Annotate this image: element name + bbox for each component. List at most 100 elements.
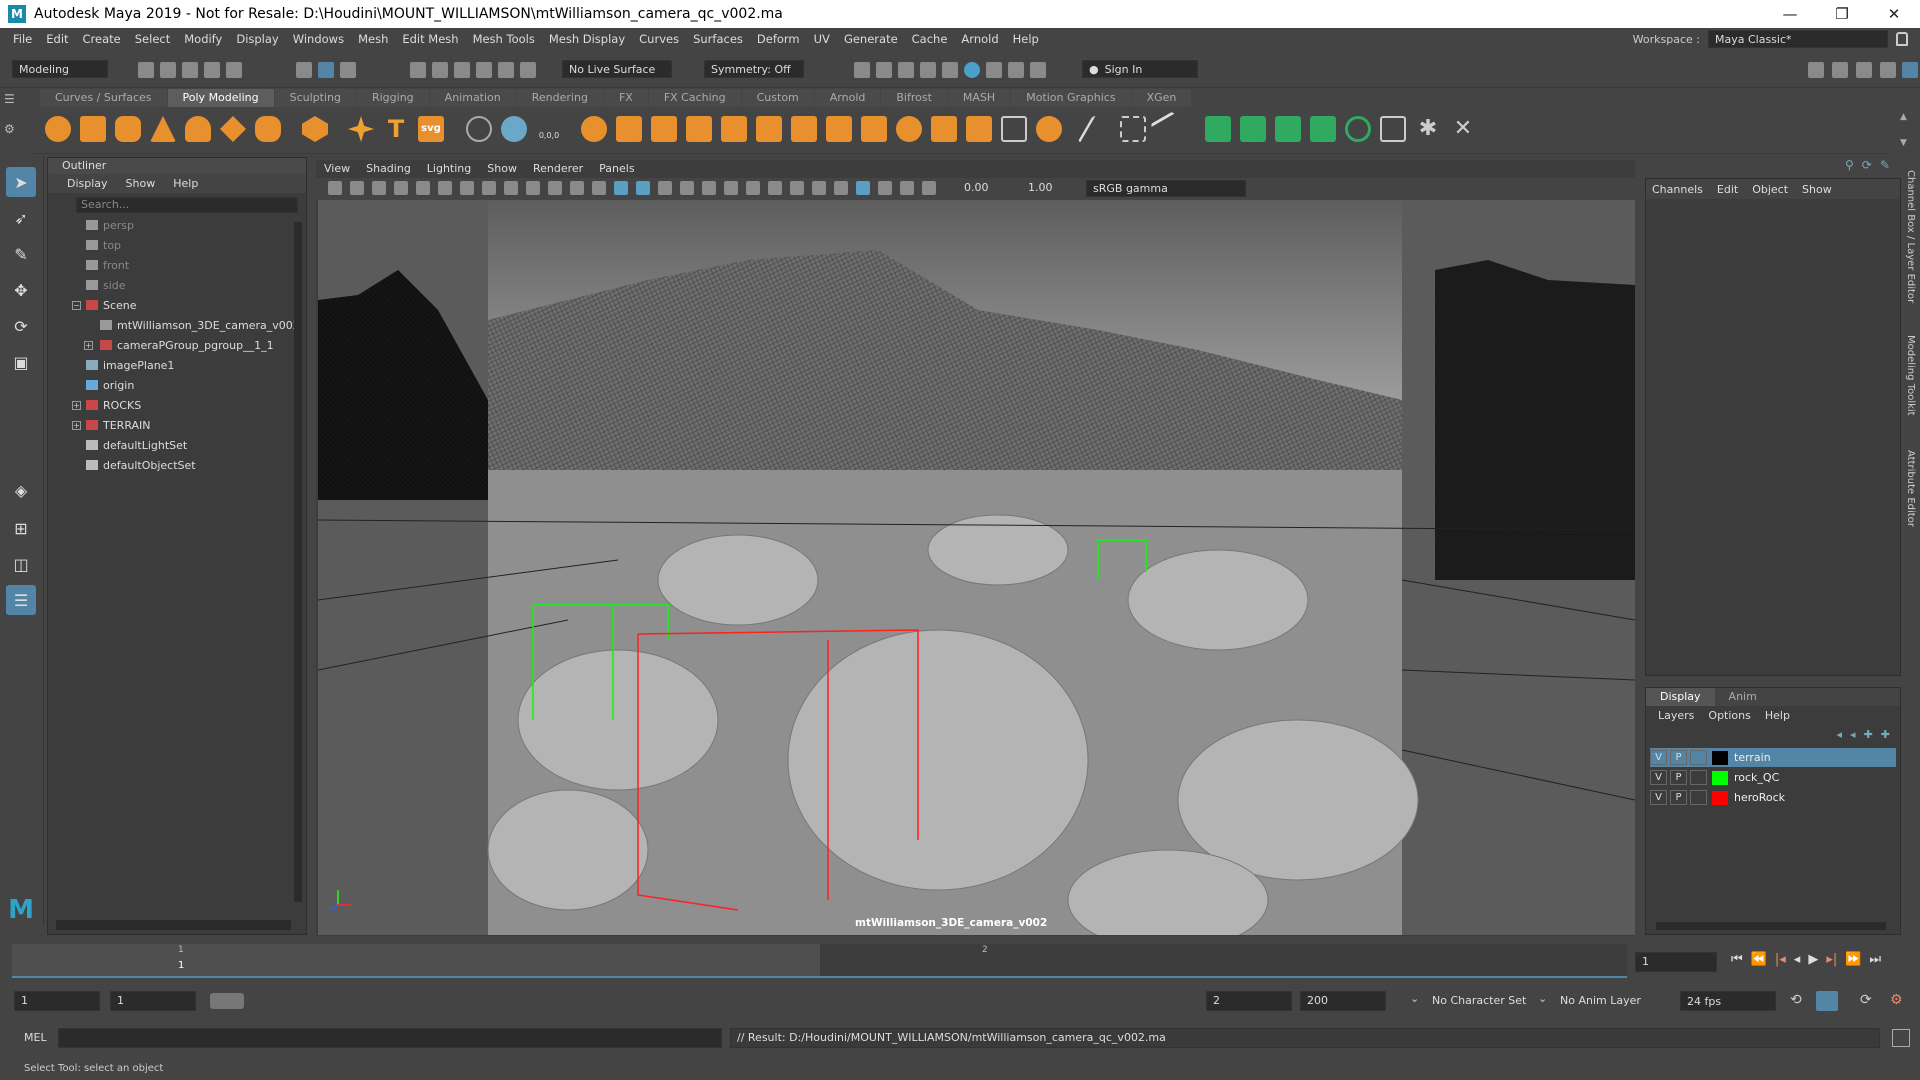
playback-end-field[interactable]: 2 — [1206, 991, 1292, 1011]
render-view-icon[interactable] — [920, 62, 936, 78]
animation-prefs-icon[interactable]: ⟳ — [1860, 992, 1872, 1008]
layer-editor-icon[interactable] — [1902, 62, 1918, 78]
viewport-menu-view[interactable]: View — [316, 162, 358, 175]
shelf-tab-fx-caching[interactable]: FX Caching — [648, 89, 741, 107]
boolean-difference-icon[interactable] — [756, 116, 782, 142]
snap-surface-icon[interactable] — [498, 62, 514, 78]
command-input[interactable] — [58, 1028, 722, 1048]
image-plane-toggle-icon[interactable] — [394, 181, 408, 195]
shelf-menu-icon[interactable]: ☰ — [4, 92, 15, 106]
playback-speed-icon[interactable]: ⚙ — [1890, 992, 1903, 1008]
layer-playback-toggle[interactable]: P — [1670, 770, 1687, 785]
outliner-horizontal-scrollbar[interactable] — [56, 920, 291, 930]
offset-edge-loop-icon[interactable] — [1150, 111, 1186, 147]
side-tab-channel-box[interactable]: Channel Box / Layer Editor — [1905, 170, 1916, 303]
perspective-viewport[interactable] — [318, 200, 1635, 935]
open-scene-icon[interactable] — [160, 62, 176, 78]
play-back-icon[interactable]: ◂ — [1794, 952, 1801, 967]
safe-action-icon[interactable] — [570, 181, 584, 195]
smooth-icon[interactable] — [581, 116, 607, 142]
shelf-tab-arnold[interactable]: Arnold — [814, 89, 881, 107]
layers-menu-layers[interactable]: Layers — [1658, 709, 1694, 722]
layer-type-toggle[interactable] — [1690, 770, 1707, 785]
modeling-toolkit-icon[interactable] — [1808, 62, 1824, 78]
channel-box-edit-icon[interactable]: ✎ — [1880, 158, 1890, 172]
arnold-render-icon[interactable] — [964, 62, 980, 78]
move-layer-down-icon[interactable]: ◂ — [1850, 728, 1856, 741]
step-back-frame-icon[interactable]: |◂ — [1775, 952, 1786, 967]
layer-playback-toggle[interactable]: P — [1670, 790, 1687, 805]
layer-row[interactable]: V Pterrain — [1650, 748, 1896, 767]
insert-edge-loop-icon[interactable] — [1120, 116, 1146, 142]
menu-display[interactable]: Display — [229, 32, 285, 46]
viewport-menu-lighting[interactable]: Lighting — [419, 162, 479, 175]
menu-arnold[interactable]: Arnold — [954, 32, 1005, 46]
boolean-union-icon[interactable] — [721, 116, 747, 142]
bridge-icon[interactable] — [651, 116, 677, 142]
channels-menu-object[interactable]: Object — [1752, 183, 1788, 196]
stop-ipr-icon[interactable] — [1030, 62, 1046, 78]
outliner-item[interactable]: mtWilliamson_3DE_camera_v002 — [48, 315, 300, 335]
menu-generate[interactable]: Generate — [837, 32, 905, 46]
grease-pencil-icon[interactable] — [438, 181, 452, 195]
mirror-icon[interactable] — [896, 116, 922, 142]
new-scene-icon[interactable] — [138, 62, 154, 78]
resolution-gate-icon[interactable] — [504, 181, 518, 195]
field-chart-icon[interactable] — [548, 181, 562, 195]
super-shape-icon[interactable] — [348, 116, 374, 142]
screen-space-ao-icon[interactable] — [746, 181, 760, 195]
go-to-end-icon[interactable]: ⏭ — [1869, 952, 1881, 967]
sign-in-button[interactable]: ● Sign In — [1082, 60, 1198, 78]
outliner-menu-display[interactable]: Display — [58, 177, 117, 190]
loop-icon[interactable]: ⟲ — [1790, 992, 1802, 1008]
layer-visibility-toggle[interactable]: V — [1650, 770, 1667, 785]
outliner-item[interactable]: side — [48, 275, 126, 295]
menu-cache[interactable]: Cache — [905, 32, 955, 46]
move-layer-up-icon[interactable]: ◂ — [1837, 728, 1843, 741]
poly-cube-icon[interactable] — [80, 116, 106, 142]
move-tool-icon[interactable]: ✥ — [6, 275, 36, 305]
layer-color-swatch[interactable] — [1712, 750, 1728, 765]
shelf-tab-curves-surfaces[interactable]: Curves / Surfaces — [40, 89, 167, 107]
extrude-icon[interactable] — [616, 116, 642, 142]
select-tool-icon[interactable]: ➤ — [6, 167, 36, 197]
outliner-vertical-scrollbar[interactable] — [294, 222, 302, 902]
new-layer-icon[interactable]: ✚ — [1864, 728, 1873, 741]
expand-icon[interactable]: + — [84, 340, 93, 350]
uv-editor-icon[interactable] — [1380, 116, 1406, 142]
channel-box-pin-icon[interactable]: ⚲ — [1845, 158, 1854, 172]
workspace-dropdown[interactable]: Maya Classic* — [1708, 30, 1888, 48]
separate-icon[interactable] — [501, 116, 527, 142]
bookmarks-icon[interactable] — [372, 181, 386, 195]
automatic-uv-icon[interactable] — [1310, 116, 1336, 142]
svg-icon[interactable]: svg — [418, 116, 444, 142]
shelf-tab-xgen[interactable]: XGen — [1131, 89, 1192, 107]
snap-point-icon[interactable] — [454, 62, 470, 78]
shelf-tab-fx[interactable]: FX — [603, 89, 648, 107]
side-tab-modeling-toolkit[interactable]: Modeling Toolkit — [1905, 335, 1916, 416]
select-camera-icon[interactable] — [328, 181, 342, 195]
expand-icon[interactable]: + — [72, 420, 81, 430]
platonic-solid-icon[interactable] — [302, 116, 328, 142]
symmetry-dropdown[interactable]: Symmetry: Off — [704, 60, 804, 78]
shelf-tab-rigging[interactable]: Rigging — [356, 89, 429, 107]
bevel-icon[interactable] — [686, 116, 712, 142]
outliner-item[interactable]: + ROCKS — [48, 395, 141, 415]
shelf-settings-icon[interactable]: ⚙ — [4, 122, 15, 136]
paint-select-tool-icon[interactable]: ✎ — [6, 239, 36, 269]
shelf-tab-mash[interactable]: MASH — [947, 89, 1011, 107]
save-scene-icon[interactable] — [182, 62, 198, 78]
range-slider-handle[interactable] — [210, 993, 244, 1009]
current-frame-marker[interactable]: 1 — [178, 960, 184, 971]
xray-icon[interactable] — [856, 181, 870, 195]
step-forward-key-icon[interactable]: ⏩ — [1845, 952, 1861, 967]
expand-icon[interactable]: + — [72, 400, 81, 410]
animation-start-field[interactable]: 1 — [14, 991, 100, 1011]
channel-box-icon[interactable] — [1880, 62, 1896, 78]
quadrangulate-icon[interactable] — [966, 116, 992, 142]
outliner-item[interactable]: imagePlane1 — [48, 355, 174, 375]
textured-icon[interactable] — [680, 181, 694, 195]
menu-deform[interactable]: Deform — [750, 32, 807, 46]
layer-visibility-toggle[interactable]: V — [1650, 750, 1667, 765]
channels-menu-channels[interactable]: Channels — [1652, 183, 1703, 196]
